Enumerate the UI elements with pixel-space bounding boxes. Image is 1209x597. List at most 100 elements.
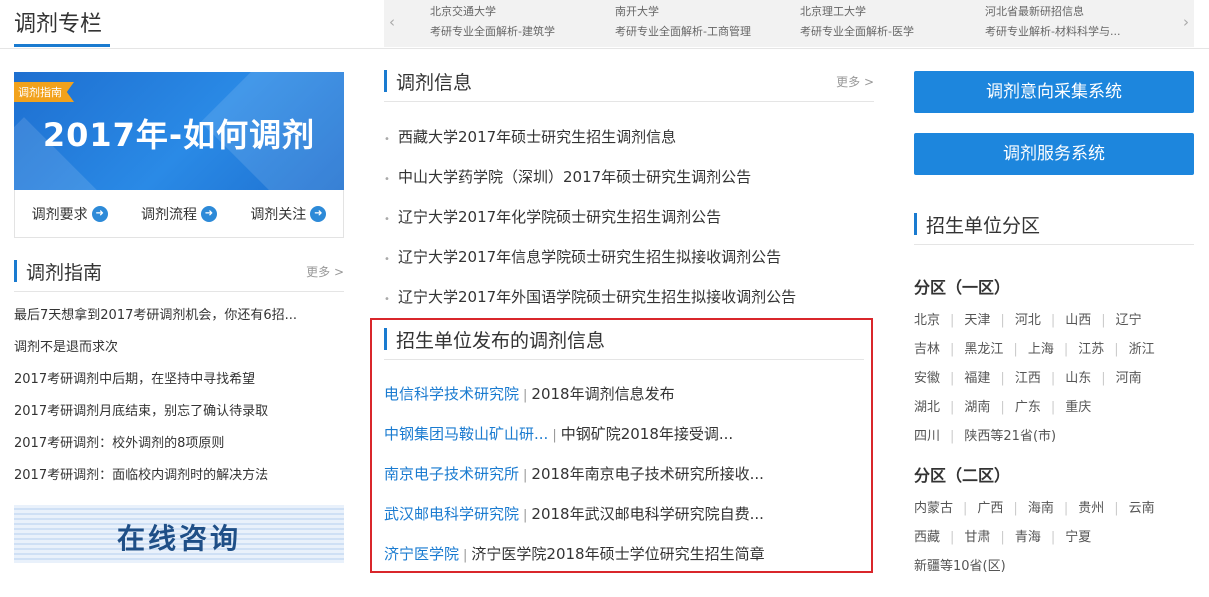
carousel-item[interactable]: 南开大学 考研专业全面解析-工商管理: [615, 2, 795, 42]
unit-desc-link[interactable]: 济宁医学院2018年硕士学位研究生招生简章: [471, 545, 764, 563]
province-link[interactable]: 山西: [1065, 309, 1091, 328]
unit-desc-link[interactable]: 2018年南京电子技术研究所接收...: [531, 465, 763, 483]
province-link[interactable]: 四川: [914, 425, 940, 444]
province-row: 安徽 | 福建 | 江西 | 山东 | 河南: [914, 367, 1194, 386]
guide-more-link[interactable]: 更多 >: [306, 263, 344, 280]
carousel-item[interactable]: 河北省最新研招信息 考研专业解析-材料科学与...: [985, 2, 1145, 42]
list-item[interactable]: • 辽宁大学2017年外国语学院硕士研究生招生拟接收调剂公告: [384, 277, 874, 317]
online-consult-banner[interactable]: 在线咨询: [14, 505, 344, 563]
units-section-header: 招生单位发布的调剂信息: [384, 324, 864, 360]
unit-desc-link[interactable]: 中钢矿院2018年接受调...: [561, 425, 733, 443]
carousel-item[interactable]: 北京交通大学 考研专业全面解析-建筑学: [430, 2, 610, 42]
province-link[interactable]: 河北: [1015, 309, 1041, 328]
province-link[interactable]: 天津: [964, 309, 990, 328]
province-link[interactable]: 贵州: [1078, 497, 1104, 516]
province-link[interactable]: 青海: [1015, 526, 1041, 545]
province-link[interactable]: 新疆等10省(区): [914, 555, 1006, 574]
list-item[interactable]: • 中山大学药学院（深圳）2017年硕士研究生调剂公告: [384, 157, 874, 197]
list-item-text: 西藏大学2017年硕士研究生招生调剂信息: [398, 128, 677, 146]
list-item-text: 辽宁大学2017年外国语学院硕士研究生招生拟接收调剂公告: [398, 288, 797, 306]
carousel-item-subtitle: 考研专业全面解析-建筑学: [430, 25, 555, 38]
title-underline: [14, 44, 110, 47]
bullet-icon: •: [384, 294, 390, 305]
how-to-adjust-banner[interactable]: 调剂指南 2017年-如何调剂: [14, 72, 344, 190]
list-item[interactable]: • 辽宁大学2017年化学院硕士研究生招生调剂公告: [384, 197, 874, 237]
separator: |: [1063, 501, 1069, 516]
separator: |: [1013, 501, 1018, 516]
separator: |: [1000, 400, 1005, 415]
separator: |: [1000, 530, 1005, 545]
separator: |: [552, 428, 557, 443]
province-link[interactable]: 西藏: [914, 526, 940, 545]
banner-tag: 调剂指南: [14, 82, 74, 102]
province-link[interactable]: 广西: [977, 497, 1003, 516]
province-link[interactable]: 重庆: [1065, 396, 1091, 415]
unit-name-link[interactable]: 电信科学技术研究院: [384, 385, 519, 403]
list-item[interactable]: 2017考研调剂月底结束，别忘了确认待录取: [14, 396, 344, 428]
province-link[interactable]: 山东: [1065, 367, 1091, 386]
separator: |: [1000, 371, 1005, 386]
carousel-item-subtitle: 考研专业全面解析-医学: [800, 25, 914, 38]
province-link[interactable]: 北京: [914, 309, 940, 328]
unit-name-link[interactable]: 济宁医学院: [384, 545, 459, 563]
chevron-right-icon[interactable]: ›: [1183, 13, 1189, 31]
chevron-left-icon[interactable]: ‹: [389, 13, 395, 31]
guide-section-title: 调剂指南: [26, 262, 103, 284]
list-item[interactable]: 调剂不是退而求次: [14, 332, 344, 364]
province-link[interactable]: 广东: [1015, 396, 1041, 415]
info-more-link[interactable]: 更多 >: [836, 73, 874, 90]
province-link[interactable]: 安徽: [914, 367, 940, 386]
unit-name-link[interactable]: 中钢集团马鞍山矿山研...: [384, 425, 548, 443]
province-link[interactable]: 云南: [1129, 497, 1155, 516]
province-link[interactable]: 湖南: [964, 396, 990, 415]
list-item[interactable]: 最后7天想拿到2017考研调剂机会，你还有6招...: [14, 300, 344, 332]
province-link[interactable]: 宁夏: [1065, 526, 1091, 545]
link-attention[interactable]: 调剂关注 ➜: [250, 204, 327, 224]
province-link[interactable]: 江苏: [1078, 338, 1104, 357]
province-link[interactable]: 浙江: [1129, 338, 1155, 357]
link-requirements[interactable]: 调剂要求 ➜: [32, 204, 108, 224]
unit-name-link[interactable]: 武汉邮电科学研究院: [384, 505, 519, 523]
carousel-item-subtitle: 考研专业解析-材料科学与...: [985, 25, 1121, 38]
carousel-item-school: 北京交通大学: [430, 5, 496, 18]
bullet-icon: •: [384, 174, 390, 185]
unit-desc-link[interactable]: 2018年调剂信息发布: [531, 385, 674, 403]
arrow-right-icon: ➜: [200, 205, 217, 222]
province-row: 新疆等10省(区): [914, 555, 1194, 574]
province-link[interactable]: 江西: [1015, 367, 1041, 386]
separator: |: [1063, 342, 1069, 357]
list-item[interactable]: • 辽宁大学2017年信息学院硕士研究生招生拟接收调剂公告: [384, 237, 874, 277]
province-link[interactable]: 上海: [1028, 338, 1054, 357]
separator: |: [1114, 342, 1119, 357]
province-link[interactable]: 海南: [1028, 497, 1054, 516]
intent-collection-button[interactable]: 调剂意向采集系统: [914, 71, 1194, 113]
list-item[interactable]: 2017考研调剂：面临校内调剂时的解决方法: [14, 460, 344, 492]
list-item[interactable]: 2017考研调剂：校外调剂的8项原则: [14, 428, 344, 460]
province-link[interactable]: 辽宁: [1116, 309, 1142, 328]
link-process[interactable]: 调剂流程 ➜: [141, 204, 217, 224]
unit-desc-link[interactable]: 2018年武汉邮电科学研究院自费...: [531, 505, 763, 523]
province-row: 湖北 | 湖南 | 广东 | 重庆: [914, 396, 1194, 415]
province-link[interactable]: 黑龙江: [964, 338, 1003, 357]
list-item[interactable]: • 西藏大学2017年硕士研究生招生调剂信息: [384, 117, 874, 157]
carousel-item[interactable]: 北京理工大学 考研专业全面解析-医学: [800, 2, 980, 42]
banner-link-label: 调剂流程: [140, 206, 197, 223]
province-link[interactable]: 内蒙古: [914, 497, 953, 516]
province-link[interactable]: 河南: [1116, 367, 1142, 386]
unit-name-link[interactable]: 南京电子技术研究所: [384, 465, 519, 483]
separator: |: [1050, 313, 1056, 328]
province-link[interactable]: 陕西等21省(市): [964, 425, 1056, 444]
list-item-text: 辽宁大学2017年化学院硕士研究生招生调剂公告: [398, 208, 722, 226]
adjustment-service-button[interactable]: 调剂服务系统: [914, 133, 1194, 175]
carousel-item-school: 南开大学: [615, 5, 659, 18]
school-carousel: ‹ 北京交通大学 考研专业全面解析-建筑学 南开大学 考研专业全面解析-工商管理…: [384, 0, 1194, 47]
province-link[interactable]: 湖北: [914, 396, 940, 415]
section-marker: [384, 328, 387, 350]
separator: |: [523, 508, 528, 523]
list-item[interactable]: 2017考研调剂中后期，在坚持中寻找希望: [14, 364, 344, 396]
province-link[interactable]: 福建: [964, 367, 990, 386]
province-link[interactable]: 吉林: [914, 338, 940, 357]
province-row: 内蒙古 | 广西 | 海南 | 贵州 | 云南: [914, 497, 1194, 516]
province-link[interactable]: 甘肃: [964, 526, 990, 545]
consult-text: 在线咨询: [116, 522, 241, 555]
